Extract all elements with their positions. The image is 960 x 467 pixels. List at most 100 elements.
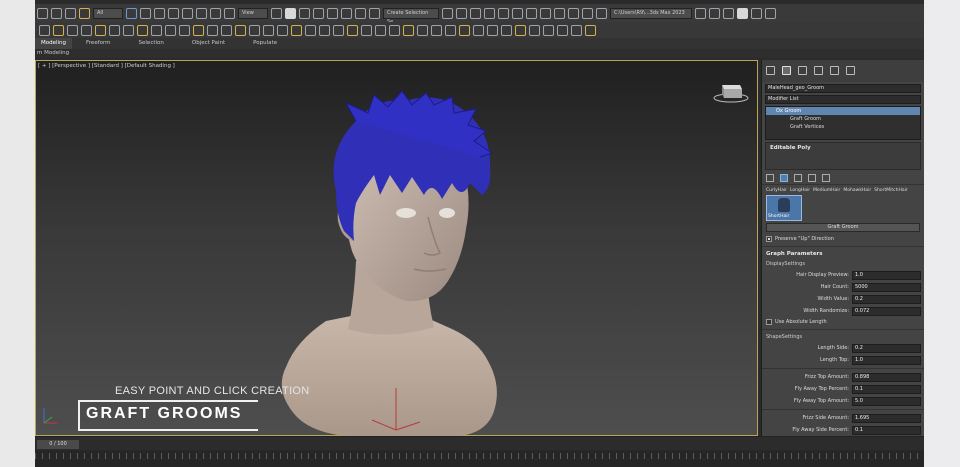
graft-groom-button[interactable]: Graft Groom [766,223,920,232]
rotate-icon[interactable] [196,7,207,19]
tool-icon[interactable] [67,24,78,36]
move-icon[interactable] [182,7,193,19]
hierarchy-tab-icon[interactable] [798,66,807,75]
param-spinner[interactable]: 0.2 [852,294,921,304]
tool-icon[interactable] [207,24,218,36]
stack-item-ox-groom[interactable]: Ox Groom [766,107,920,115]
param-spinner[interactable]: 0.898 [852,372,921,382]
tool-icon[interactable] [459,24,470,36]
stack-item-graft-vertices[interactable]: Graft Vertices [766,123,920,131]
tool-icon[interactable] [81,24,92,36]
workspace-icon[interactable] [737,7,748,19]
pin-stack-icon[interactable] [766,173,774,182]
curve-editor-icon[interactable] [512,7,523,19]
tool-icon[interactable] [263,24,274,36]
tool-icon[interactable] [333,24,344,36]
perspective-viewport[interactable]: [ + ] [Perspective ] [Standard ] [Defaul… [35,60,758,437]
motion-tab-icon[interactable] [814,66,823,75]
mirror-icon[interactable] [442,7,453,19]
create-tab-icon[interactable] [766,66,775,75]
arnold-icon[interactable] [596,7,607,19]
tool-icon[interactable] [277,24,288,36]
utilities-tab-icon[interactable] [846,66,855,75]
use-absolute-length-checkbox[interactable]: Use Absolute Length [762,317,924,327]
configure-sets-icon[interactable] [822,173,830,182]
tool-icon[interactable] [151,24,162,36]
toggle-scene-explorer-icon[interactable] [470,7,481,19]
tool-icon[interactable] [95,24,106,36]
object-name-field[interactable]: MaleHead_geo_Groom [765,84,921,93]
smiley-icon[interactable] [765,7,776,19]
window-crossing-icon[interactable] [168,7,179,19]
spinner-snap-icon[interactable] [355,7,366,19]
tool-icon[interactable] [347,24,358,36]
bind-spacewarp-icon[interactable] [79,7,90,19]
tab-modeling[interactable]: Modeling [35,38,73,49]
tool-icon[interactable] [529,24,540,36]
param-spinner[interactable]: 5.0 [852,396,921,406]
select-manipulate-icon[interactable] [285,7,296,19]
tool-icon[interactable] [235,24,246,36]
tab-freeform[interactable]: Freeform [72,38,125,49]
tool-icon[interactable] [179,24,190,36]
preserve-up-checkbox[interactable]: Preserve "Up" Direction [762,234,924,244]
param-spinner[interactable]: 1.0 [852,270,921,280]
tool-icon[interactable] [375,24,386,36]
percent-snap-icon[interactable] [341,7,352,19]
stack-item-graft-groom[interactable]: Graft Groom [766,115,920,123]
viewport-label[interactable]: [ + ] [Perspective ] [Standard ] [Defaul… [38,63,175,69]
param-spinner[interactable]: 1.695 [852,413,921,423]
param-spinner[interactable]: 5000 [852,282,921,292]
tool-icon[interactable] [319,24,330,36]
make-unique-icon[interactable] [794,173,802,182]
angle-snap-icon[interactable] [327,7,338,19]
tool-icon[interactable] [123,24,134,36]
modify-tab-icon[interactable] [782,66,791,75]
preset-tab[interactable]: MohawkHair [843,188,871,193]
open-project-icon[interactable] [709,7,720,19]
selection-filter-dropdown[interactable]: All [93,7,123,19]
remove-modifier-icon[interactable] [808,173,816,182]
tool-icon[interactable] [585,24,596,36]
tab-populate[interactable]: Populate [239,38,291,49]
material-editor-icon[interactable] [540,7,551,19]
tool-icon[interactable] [109,24,120,36]
ribbon-toggle-icon[interactable] [498,7,509,19]
tool-icon[interactable] [417,24,428,36]
create-project-icon[interactable] [723,7,734,19]
graph-parameters-header[interactable]: Graph Parameters [762,249,924,259]
tab-selection[interactable]: Selection [125,38,178,49]
tool-icon[interactable] [291,24,302,36]
render-icon[interactable] [582,7,593,19]
snaps-toggle-icon[interactable] [313,7,324,19]
param-spinner[interactable]: 0.1 [852,425,921,435]
tool-icon[interactable] [445,24,456,36]
preset-thumbnail[interactable]: ShortHair [766,195,802,221]
show-end-result-icon[interactable] [780,173,788,182]
display-tab-icon[interactable] [830,66,839,75]
tool-icon[interactable] [39,24,50,36]
unlink-icon[interactable] [65,7,76,19]
schematic-view-icon[interactable] [526,7,537,19]
place-icon[interactable] [224,7,235,19]
param-spinner[interactable]: 0.1 [852,384,921,394]
rect-selection-icon[interactable] [154,7,165,19]
scale-icon[interactable] [210,7,221,19]
link-icon[interactable] [51,7,62,19]
toggle-layer-explorer-icon[interactable] [484,7,495,19]
tool-icon[interactable] [137,24,148,36]
tool-icon[interactable] [389,24,400,36]
param-spinner[interactable]: 0.2 [852,343,921,353]
tool-icon[interactable] [221,24,232,36]
undo-icon[interactable] [37,7,48,19]
reference-coord-dropdown[interactable]: View [238,7,268,19]
tool-icon[interactable] [473,24,484,36]
tool-icon[interactable] [305,24,316,36]
preset-tab[interactable]: CurlyHair [766,188,787,193]
tool-icon[interactable] [431,24,442,36]
tool-icon[interactable] [543,24,554,36]
viewcube-icon[interactable] [711,77,751,105]
time-slider[interactable]: 0 / 100 [37,440,79,449]
timeline[interactable]: 0 / 100 [35,436,924,450]
tool-icon[interactable] [487,24,498,36]
